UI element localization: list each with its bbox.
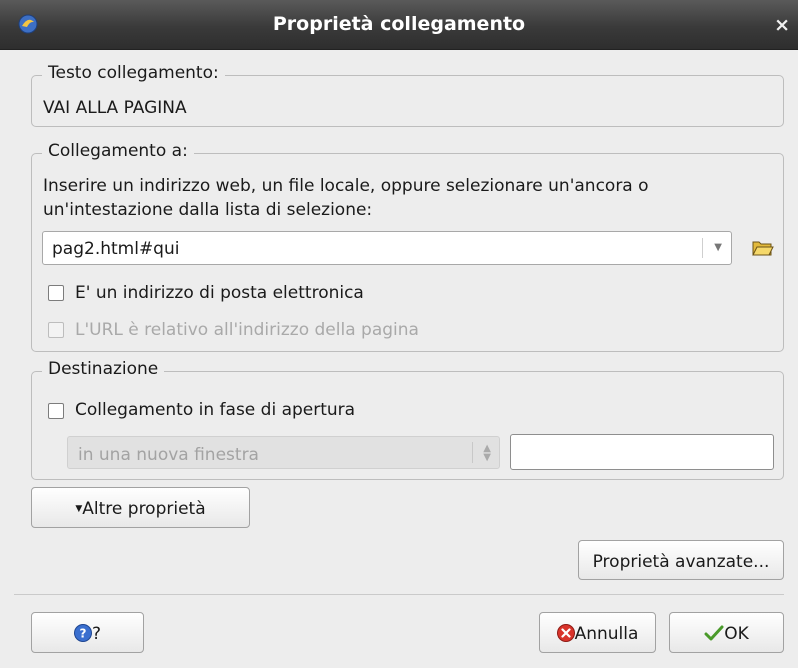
title-bar: Proprietà collegamento × (0, 0, 798, 50)
more-properties-label: ▼Altre proprietà (75, 499, 206, 519)
link-text-value: VAI ALLA PAGINA (43, 98, 187, 118)
close-icon[interactable]: × (774, 14, 790, 36)
advanced-properties-label: Proprietà avanzate... (592, 552, 770, 572)
cancel-button[interactable]: Annulla (539, 612, 656, 653)
bottom-separator (14, 594, 784, 595)
more-properties-button[interactable]: ▼Altre proprietà (31, 487, 250, 528)
relative-url-label: L'URL è relativo all'indirizzo della pag… (75, 320, 419, 340)
destination-legend: Destinazione (42, 359, 165, 379)
advanced-properties-button[interactable]: Proprietà avanzate... (578, 540, 784, 580)
svg-text:?: ? (80, 627, 87, 641)
target-name-input[interactable] (510, 434, 774, 470)
destination-group: Destinazione Collegamento in fase di ape… (31, 359, 784, 480)
link-to-instruction-line1: Inserire un indirizzo web, un file local… (43, 176, 649, 196)
window-title: Proprietà collegamento (272, 13, 526, 35)
address-input[interactable]: pag2.html#qui (52, 239, 179, 259)
open-link-label[interactable]: Collegamento in fase di apertura (75, 400, 355, 420)
cancel-label: Annulla (540, 624, 655, 644)
email-checkbox-label[interactable]: E' un indirizzo di posta elettronica (75, 283, 364, 303)
chevron-down-icon[interactable]: ▼ (714, 242, 722, 253)
ok-button[interactable]: OK (669, 612, 784, 653)
updown-arrows-icon: ▲ ▼ (483, 443, 491, 463)
target-select: in una nuova finestra ▲ ▼ (67, 436, 500, 469)
cancel-icon (556, 624, 575, 642)
ok-label: OK (670, 624, 783, 644)
target-select-separator (472, 442, 473, 463)
folder-open-icon[interactable] (752, 239, 774, 257)
help-label: ? ? (32, 624, 143, 644)
link-text-group: Testo collegamento: VAI ALLA PAGINA (31, 63, 784, 127)
email-checkbox[interactable] (48, 285, 64, 301)
relative-url-checkbox (48, 322, 64, 338)
help-button[interactable]: ? ? (31, 612, 144, 653)
checkmark-icon (704, 625, 724, 641)
address-combo[interactable]: pag2.html#qui ▼ (42, 231, 732, 265)
link-to-group: Collegamento a: Inserire un indirizzo we… (31, 141, 784, 352)
target-select-value: in una nuova finestra (78, 445, 259, 465)
open-link-checkbox[interactable] (48, 403, 64, 419)
link-to-legend: Collegamento a: (42, 141, 194, 161)
link-to-instruction-line2: un'intestazione dalla lista di selezione… (43, 200, 373, 220)
address-combo-separator (702, 238, 703, 258)
link-text-legend: Testo collegamento: (42, 63, 225, 83)
help-icon: ? (73, 624, 92, 642)
